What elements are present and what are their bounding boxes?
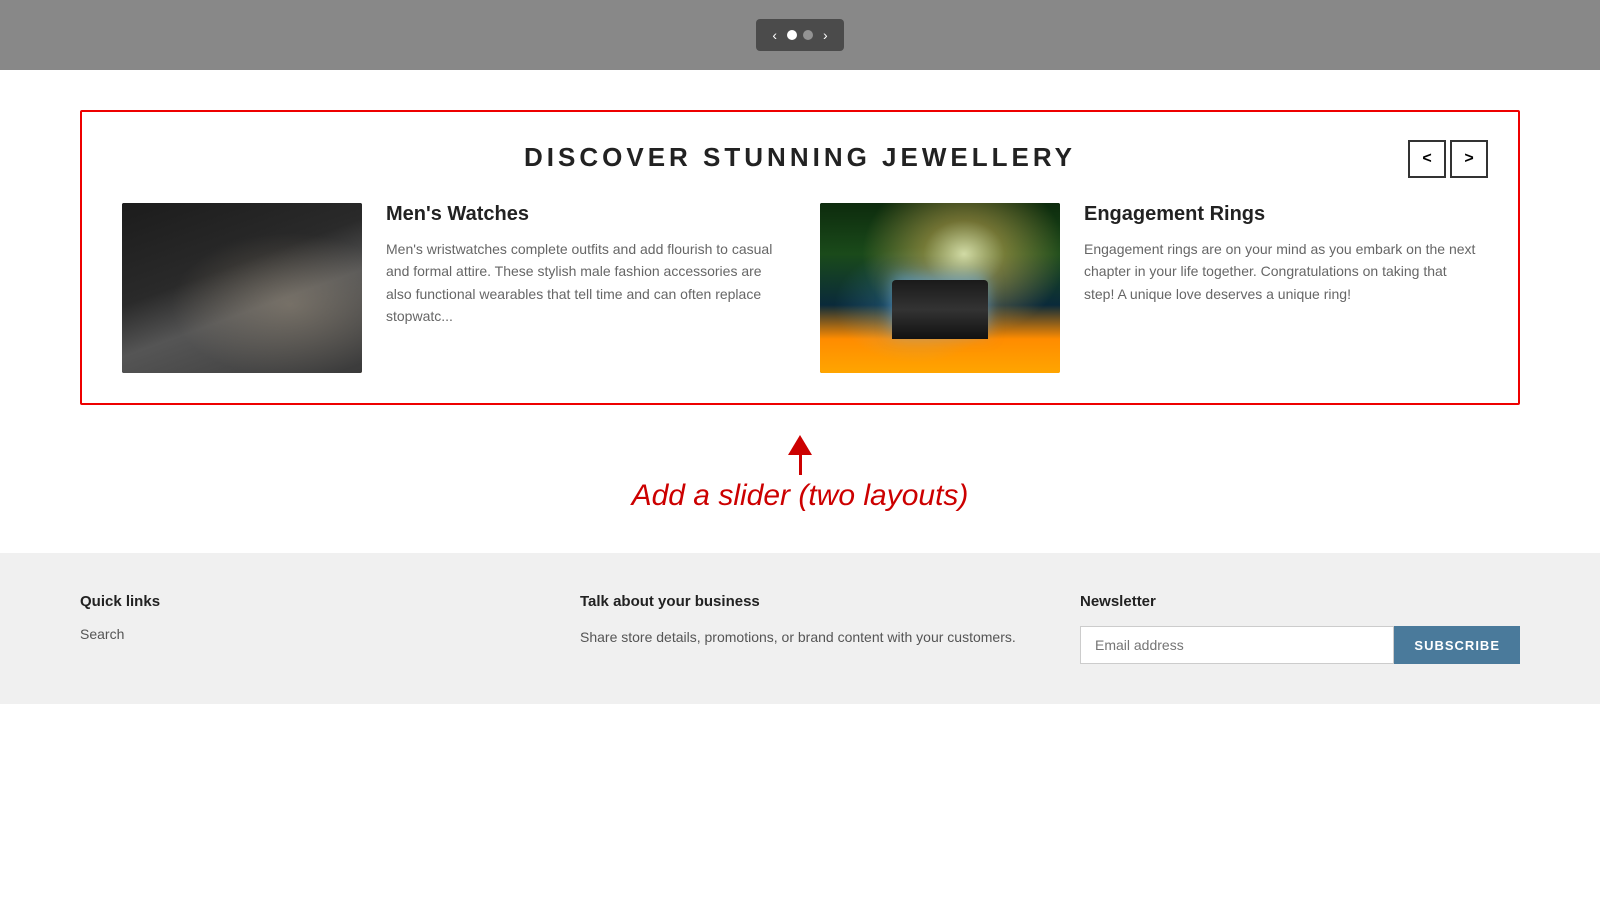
newsletter-form: SUBSCRIBE: [1080, 626, 1520, 664]
jewellery-nav: < >: [1408, 140, 1488, 178]
products-row: Men's Watches Men's wristwatches complet…: [122, 203, 1478, 373]
annotation-text: Add a slider (two layouts): [632, 479, 969, 513]
product-desc-rings: Engagement rings are on your mind as you…: [1084, 238, 1478, 305]
carousel-controls: ‹ ›: [756, 19, 843, 51]
business-heading: Talk about your business: [580, 593, 1020, 610]
footer-business: Talk about your business Share store det…: [580, 593, 1020, 664]
footer-search-link[interactable]: Search: [80, 626, 520, 642]
carousel-next-button[interactable]: ›: [819, 25, 832, 45]
product-item-watches: Men's Watches Men's wristwatches complet…: [122, 203, 780, 373]
jewellery-next-button[interactable]: >: [1450, 140, 1488, 178]
main-content: DISCOVER STUNNING JEWELLERY < > Men's Wa…: [0, 70, 1600, 553]
newsletter-email-input[interactable]: [1080, 626, 1394, 664]
footer: Quick links Search Talk about your busin…: [0, 553, 1600, 704]
jewellery-prev-button[interactable]: <: [1408, 140, 1446, 178]
product-info-watches: Men's Watches Men's wristwatches complet…: [386, 203, 780, 373]
product-name-rings: Engagement Rings: [1084, 203, 1478, 226]
product-info-rings: Engagement Rings Engagement rings are on…: [1084, 203, 1478, 373]
up-arrow-icon: [788, 435, 812, 455]
product-image-rings: [820, 203, 1060, 373]
product-image-watches: [122, 203, 362, 373]
carousel-dot-1[interactable]: [787, 30, 797, 40]
hero-area: ‹ ›: [0, 0, 1600, 70]
product-item-rings: Engagement Rings Engagement rings are on…: [820, 203, 1478, 373]
quick-links-heading: Quick links: [80, 593, 520, 610]
product-name-watches: Men's Watches: [386, 203, 780, 226]
jewellery-section: DISCOVER STUNNING JEWELLERY < > Men's Wa…: [80, 110, 1520, 405]
newsletter-subscribe-button[interactable]: SUBSCRIBE: [1394, 626, 1520, 664]
carousel-prev-button[interactable]: ‹: [768, 25, 781, 45]
jewellery-title: DISCOVER STUNNING JEWELLERY: [122, 142, 1478, 173]
footer-newsletter: Newsletter SUBSCRIBE: [1080, 593, 1520, 664]
footer-quick-links: Quick links Search: [80, 593, 520, 664]
product-desc-watches: Men's wristwatches complete outfits and …: [386, 238, 780, 328]
business-text: Share store details, promotions, or bran…: [580, 626, 1020, 648]
newsletter-heading: Newsletter: [1080, 593, 1520, 610]
carousel-dot-2[interactable]: [803, 30, 813, 40]
arrow-line: [799, 455, 802, 475]
annotation-area: Add a slider (two layouts): [80, 425, 1520, 533]
